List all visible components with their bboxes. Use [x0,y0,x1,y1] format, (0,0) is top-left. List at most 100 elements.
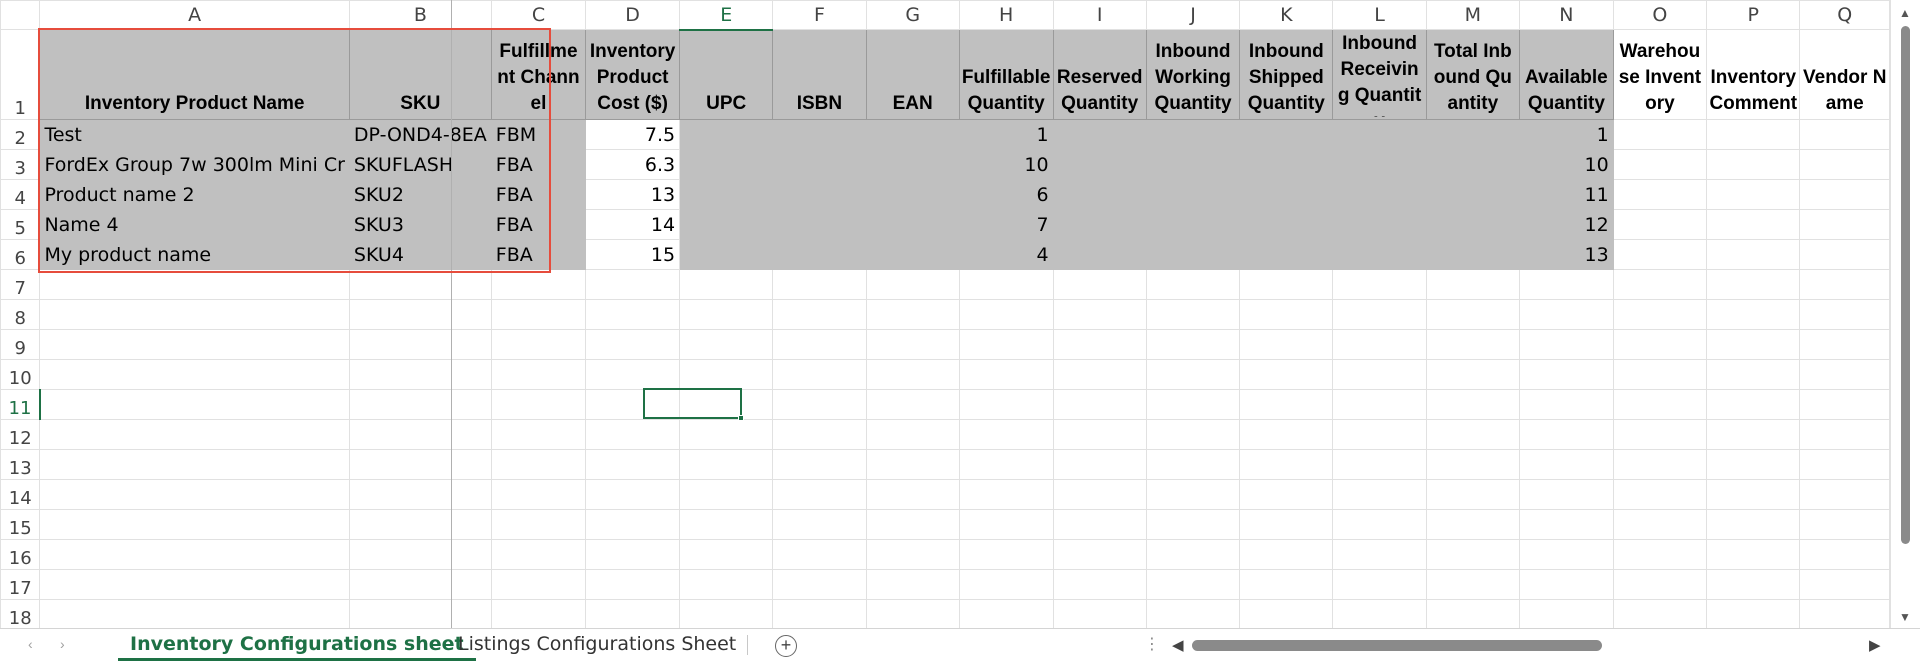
cell[interactable] [679,359,774,390]
channel-cell[interactable]: FBM [490,119,587,150]
cell[interactable] [39,359,350,390]
sku-cell[interactable]: SKU3 [348,209,492,240]
triangle-up-icon[interactable]: ▲ [1899,6,1911,20]
cell[interactable] [1706,479,1801,510]
cell[interactable] [1239,389,1334,420]
cell[interactable] [490,389,587,420]
cell[interactable] [679,539,774,570]
cell[interactable] [39,509,350,540]
cell[interactable] [1145,149,1241,180]
header-cell[interactable]: Inbound Working Quantity [1145,29,1241,120]
cell[interactable] [348,479,492,510]
cell[interactable] [958,479,1054,510]
cell[interactable] [1145,479,1241,510]
cell[interactable] [1052,209,1147,240]
cell[interactable] [865,539,960,570]
cell[interactable] [39,389,350,420]
channel-cell[interactable]: FBA [490,149,587,180]
cell[interactable] [1799,329,1890,360]
header-cell[interactable]: Fulfillment Channel [490,29,587,120]
cell[interactable] [1052,239,1147,270]
cell[interactable] [348,269,492,300]
cell[interactable] [490,509,587,540]
cell[interactable] [1799,239,1890,270]
cell[interactable] [348,329,492,360]
cell[interactable] [772,449,867,480]
cell[interactable] [679,269,774,300]
header-cell[interactable]: Vendor Name [1799,29,1890,120]
fulfillable-cell[interactable]: 4 [958,239,1054,270]
row-header[interactable]: 8 [0,299,41,330]
cell[interactable] [1239,209,1334,240]
cell[interactable] [1332,569,1427,600]
header-cell[interactable]: Reserved Quantity [1052,29,1147,120]
row-header[interactable]: 12 [0,419,41,450]
row-header[interactable]: 3 [0,149,41,180]
cell[interactable] [865,599,960,628]
header-cell[interactable]: EAN [865,29,960,120]
cell[interactable] [772,329,867,360]
cell[interactable] [1145,539,1241,570]
cell[interactable] [1612,569,1708,600]
cell[interactable] [865,419,960,450]
cell[interactable] [1612,359,1708,390]
cell[interactable] [1332,599,1427,628]
cell[interactable] [772,239,867,270]
cell[interactable] [1518,479,1614,510]
sku-cell[interactable]: SKUFLASH [348,149,492,180]
cell[interactable] [1799,359,1890,390]
cell[interactable] [1425,569,1520,600]
column-header-k[interactable]: K [1239,0,1334,30]
cell[interactable] [1518,569,1614,600]
cell[interactable] [490,599,587,628]
cell[interactable] [1332,479,1427,510]
cell[interactable] [1799,269,1890,300]
cell[interactable] [1332,329,1427,360]
cell[interactable] [1706,269,1801,300]
cell[interactable] [772,479,867,510]
row-header[interactable]: 17 [0,569,41,600]
cell[interactable] [39,269,350,300]
cell[interactable] [772,179,867,210]
column-header-a[interactable]: A [39,0,350,30]
cell[interactable] [772,569,867,600]
vertical-dots-icon[interactable]: ⋮ [1144,634,1160,654]
column-header-p[interactable]: P [1706,0,1801,30]
header-cell[interactable]: ISBN [772,29,867,120]
cell[interactable] [348,599,492,628]
cell[interactable] [1239,449,1334,480]
available-cell[interactable]: 12 [1518,209,1614,240]
cell[interactable] [865,569,960,600]
cell[interactable] [1518,269,1614,300]
cell[interactable] [585,329,681,360]
cell[interactable] [1145,419,1241,450]
cell[interactable] [1145,359,1241,390]
cell[interactable] [1518,539,1614,570]
cell[interactable] [958,419,1054,450]
cell[interactable] [772,509,867,540]
fulfillable-cell[interactable]: 7 [958,209,1054,240]
header-cell[interactable]: UPC [679,29,774,120]
cell[interactable] [772,299,867,330]
column-header-f[interactable]: F [772,0,867,30]
cell[interactable] [490,569,587,600]
select-all-corner[interactable] [0,0,41,30]
cell[interactable] [1799,599,1890,628]
column-header-g[interactable]: G [865,0,960,30]
row-header[interactable]: 5 [0,209,41,240]
row-header[interactable]: 6 [0,239,41,270]
cell[interactable] [1145,599,1241,628]
cell[interactable] [1052,539,1147,570]
cell[interactable] [1706,359,1801,390]
cell[interactable] [679,329,774,360]
cell[interactable] [1706,299,1801,330]
cell[interactable] [1425,479,1520,510]
tab-inventory-configurations-sheet[interactable]: Inventory Configurations sheet [118,629,476,661]
cell[interactable] [1799,569,1890,600]
cell[interactable] [679,479,774,510]
cell[interactable] [865,299,960,330]
channel-cell[interactable]: FBA [490,179,587,210]
cell[interactable] [679,509,774,540]
cell[interactable] [1706,419,1801,450]
cell[interactable] [585,599,681,628]
